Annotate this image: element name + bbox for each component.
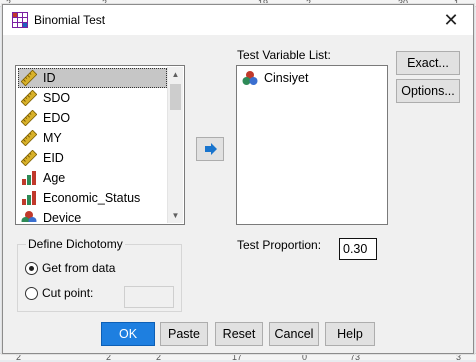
- close-button[interactable]: ✕: [439, 8, 463, 32]
- list-item-label: Device: [43, 211, 82, 222]
- variable-list-items: ID SDO EDO MY EID Age Economic_Status Device: [18, 68, 167, 222]
- options-button[interactable]: Options...: [396, 79, 460, 103]
- cancel-button[interactable]: Cancel: [269, 322, 319, 346]
- list-item[interactable]: Age: [18, 168, 167, 188]
- ordinal-bars-icon: [21, 190, 37, 206]
- test-variable-list-label: Test Variable List:: [237, 48, 331, 62]
- test-variable-list-items: Cinsiyet: [239, 68, 385, 222]
- list-item[interactable]: SDO: [18, 88, 167, 108]
- get-from-data-option[interactable]: Get from data: [25, 261, 115, 275]
- paste-button[interactable]: Paste: [160, 322, 208, 346]
- reset-button[interactable]: Reset: [215, 322, 263, 346]
- ruler-icon: [20, 129, 38, 147]
- define-dichotomy-title: Define Dichotomy: [26, 237, 125, 251]
- list-item-label: ID: [43, 71, 56, 85]
- dialog-title: Binomial Test: [34, 13, 106, 27]
- test-variable-list[interactable]: Cinsiyet: [236, 65, 388, 225]
- grid-mark: 3: [456, 352, 462, 362]
- test-proportion-field[interactable]: 0.30: [339, 238, 377, 260]
- move-variable-button[interactable]: [196, 137, 224, 161]
- list-item-label: Cinsiyet: [264, 71, 309, 85]
- get-from-data-label: Get from data: [42, 261, 116, 275]
- list-item-label: Age: [43, 171, 66, 185]
- list-item[interactable]: Device: [18, 208, 167, 222]
- scroll-thumb[interactable]: [170, 84, 181, 110]
- list-item-label: EID: [43, 151, 64, 165]
- ruler-icon: [20, 109, 38, 127]
- title-bar[interactable]: Binomial Test ✕: [3, 5, 473, 35]
- ok-button[interactable]: OK: [101, 322, 155, 346]
- cut-point-radio[interactable]: [25, 286, 38, 300]
- list-item[interactable]: EDO: [18, 108, 167, 128]
- list-item[interactable]: EID: [18, 148, 167, 168]
- grid-mark: 2: [106, 352, 112, 362]
- scroll-up-arrow-icon[interactable]: ▲: [168, 67, 183, 82]
- background-grid-bottom: 2 2 2 17 0 73 3: [0, 352, 476, 362]
- list-item[interactable]: Cinsiyet: [239, 68, 385, 88]
- help-button[interactable]: Help: [325, 322, 375, 346]
- grid-mark: 73: [350, 352, 361, 362]
- list-item-label: EDO: [43, 111, 71, 125]
- right-arrow-icon: [205, 143, 217, 155]
- grid-mark: 2: [156, 352, 162, 362]
- list-item-label: SDO: [43, 91, 71, 105]
- grid-mark: 17: [232, 352, 243, 362]
- list-item[interactable]: Economic_Status: [18, 188, 167, 208]
- nominal-circles-icon: [21, 210, 37, 222]
- variable-list[interactable]: ID SDO EDO MY EID Age Economic_Status Device ▲ …: [15, 65, 185, 225]
- binomial-app-icon: [12, 12, 28, 28]
- nominal-circles-icon: [242, 70, 258, 86]
- list-item[interactable]: ID: [18, 68, 167, 88]
- list-item-label: Economic_Status: [43, 191, 141, 205]
- cut-point-field[interactable]: [124, 286, 174, 308]
- ruler-icon: [20, 89, 38, 107]
- get-from-data-radio[interactable]: [25, 261, 38, 275]
- test-proportion-label: Test Proportion:: [237, 238, 322, 252]
- scroll-down-arrow-icon[interactable]: ▼: [168, 208, 183, 223]
- list-item-label: MY: [43, 131, 62, 145]
- grid-mark: 2: [16, 352, 22, 362]
- ordinal-bars-icon: [21, 170, 37, 186]
- variable-list-scrollbar[interactable]: ▲ ▼: [167, 67, 183, 223]
- ruler-icon: [20, 149, 38, 167]
- cut-point-label: Cut point:: [42, 286, 94, 300]
- list-item[interactable]: MY: [18, 128, 167, 148]
- ruler-icon: [20, 69, 38, 87]
- binomial-test-dialog: Binomial Test ✕ ID SDO EDO MY EID Age Economic…: [2, 4, 474, 354]
- cut-point-option[interactable]: Cut point:: [25, 286, 93, 300]
- exact-button[interactable]: Exact...: [396, 51, 460, 75]
- grid-mark: 0: [302, 352, 308, 362]
